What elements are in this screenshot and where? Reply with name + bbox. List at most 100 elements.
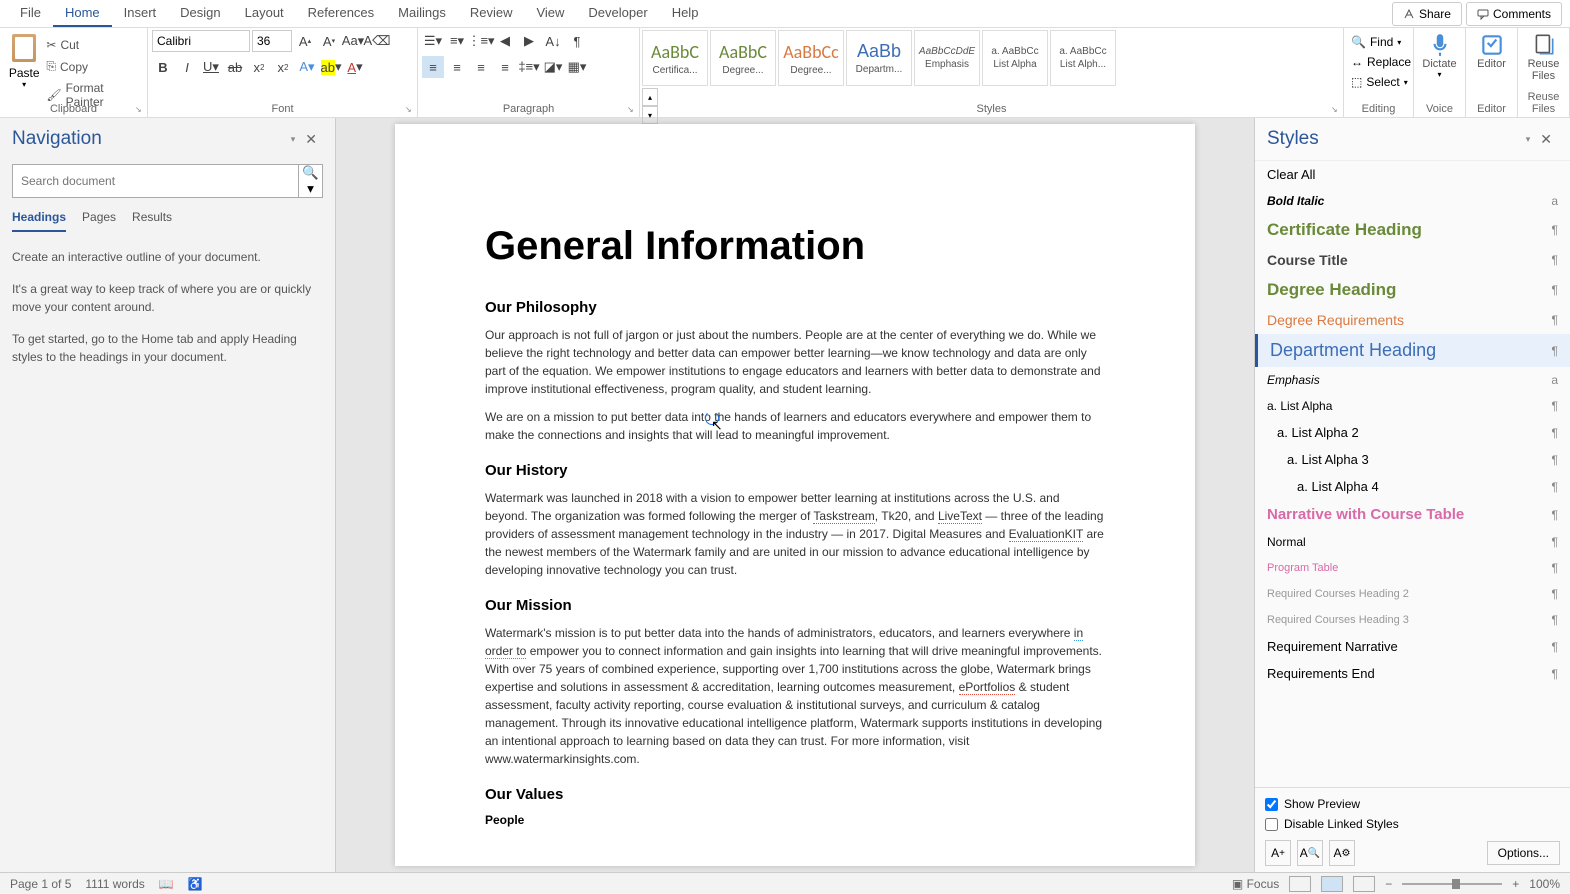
styles-pane-dropdown[interactable]: ▾ (1522, 130, 1535, 149)
text-effects-button[interactable]: A▾ (296, 56, 318, 78)
heading-history[interactable]: Our History (485, 462, 1105, 479)
style-swatch[interactable]: AaBbCDegree... (710, 30, 776, 86)
nav-tab-headings[interactable]: Headings (12, 210, 66, 232)
font-launcher[interactable]: ↘ (405, 105, 415, 115)
style-swatch[interactable]: AaBbCcDegree... (778, 30, 844, 86)
paragraph[interactable]: People (485, 813, 1105, 827)
menu-file[interactable]: File (8, 0, 53, 27)
clipboard-launcher[interactable]: ↘ (135, 105, 145, 115)
style-item[interactable]: Required Courses Heading 3¶ (1255, 607, 1570, 633)
nav-tab-results[interactable]: Results (132, 210, 172, 232)
replace-button[interactable]: ↔Replace (1348, 52, 1409, 72)
superscript-button[interactable]: x2 (272, 56, 294, 78)
style-swatch[interactable]: a. AaBbCcList Alpha (982, 30, 1048, 86)
style-item[interactable]: Bold Italica (1255, 188, 1570, 214)
increase-indent-button[interactable]: ▶ (518, 30, 540, 52)
change-case-button[interactable]: Aa▾ (342, 30, 364, 52)
zoom-out-button[interactable]: − (1385, 877, 1392, 891)
reuse-files-button[interactable]: Reuse Files (1522, 32, 1565, 82)
page[interactable]: General Information Our Philosophy Our a… (395, 124, 1195, 866)
decrease-indent-button[interactable]: ◀ (494, 30, 516, 52)
style-item[interactable]: a. List Alpha 4¶ (1255, 473, 1570, 500)
style-item[interactable]: Program Table¶ (1255, 555, 1570, 581)
show-preview-checkbox[interactable] (1265, 798, 1278, 811)
style-item[interactable]: a. List Alpha 2¶ (1255, 419, 1570, 446)
word-count[interactable]: 1111 words (85, 877, 144, 891)
style-item[interactable]: Normal¶ (1255, 529, 1570, 555)
style-item[interactable]: a. List Alpha 3¶ (1255, 446, 1570, 473)
search-document-input[interactable] (12, 164, 299, 198)
highlight-button[interactable]: ab▾ (320, 56, 342, 78)
comments-button[interactable]: Comments (1466, 2, 1562, 26)
justify-button[interactable]: ≡ (494, 56, 516, 78)
menu-help[interactable]: Help (660, 0, 711, 27)
shading-button[interactable]: ◪▾ (542, 56, 564, 78)
show-marks-button[interactable]: ¶ (566, 30, 588, 52)
align-center-button[interactable]: ≡ (446, 56, 468, 78)
style-swatch[interactable]: AaBbDepartm... (846, 30, 912, 86)
font-color-button[interactable]: A▾ (344, 56, 366, 78)
heading-philosophy[interactable]: Our Philosophy (485, 299, 1105, 316)
font-name-input[interactable] (152, 30, 250, 52)
style-swatch[interactable]: AaBbCCertifica... (642, 30, 708, 86)
paragraph[interactable]: Watermark was launched in 2018 with a vi… (485, 489, 1105, 579)
underline-button[interactable]: U▾ (200, 56, 222, 78)
style-item[interactable]: Degree Requirements¶ (1255, 306, 1570, 334)
style-item[interactable]: Degree Heading¶ (1255, 274, 1570, 306)
strikethrough-button[interactable]: ab (224, 56, 246, 78)
style-inspector-button[interactable]: A🔍 (1297, 840, 1323, 866)
menu-review[interactable]: Review (458, 0, 525, 27)
align-left-button[interactable]: ≡ (422, 56, 444, 78)
paragraph[interactable]: We are on a mission to put better data i… (485, 408, 1105, 444)
page-count[interactable]: Page 1 of 5 (10, 877, 71, 891)
cut-button[interactable]: ✂Cut (44, 36, 143, 54)
select-button[interactable]: ⬚Select▾ (1348, 72, 1409, 92)
clear-all-style[interactable]: Clear All (1255, 161, 1570, 188)
font-size-input[interactable] (252, 30, 292, 52)
style-swatch[interactable]: a. AaBbCcList Alph... (1050, 30, 1116, 86)
heading-mission[interactable]: Our Mission (485, 597, 1105, 614)
style-item[interactable]: Requirements End¶ (1255, 660, 1570, 687)
style-item[interactable]: Certificate Heading¶ (1255, 214, 1570, 246)
menu-mailings[interactable]: Mailings (386, 0, 458, 27)
style-item[interactable]: Requirement Narrative¶ (1255, 633, 1570, 660)
style-item[interactable]: a. List Alpha¶ (1255, 393, 1570, 419)
shrink-font-button[interactable]: A▾ (318, 30, 340, 52)
bold-button[interactable]: B (152, 56, 174, 78)
read-mode-button[interactable] (1289, 876, 1311, 892)
print-layout-button[interactable] (1321, 876, 1343, 892)
style-item[interactable]: Department Heading¶ (1255, 334, 1570, 367)
share-button[interactable]: Share (1392, 2, 1462, 26)
web-layout-button[interactable] (1353, 876, 1375, 892)
search-document-button[interactable]: 🔍▾ (299, 164, 323, 198)
focus-mode[interactable]: ▣ Focus (1232, 877, 1279, 891)
bullets-button[interactable]: ☰▾ (422, 30, 444, 52)
document-area[interactable]: General Information Our Philosophy Our a… (336, 118, 1254, 872)
navigation-close-button[interactable]: ✕ (299, 129, 323, 150)
paragraph[interactable]: Our approach is not full of jargon or ju… (485, 326, 1105, 398)
multilevel-button[interactable]: ⋮≡▾ (470, 30, 492, 52)
style-options-button[interactable]: Options... (1487, 841, 1560, 865)
style-item[interactable]: Narrative with Course Table¶ (1255, 500, 1570, 529)
menu-home[interactable]: Home (53, 0, 112, 27)
editor-button[interactable]: Editor (1477, 32, 1506, 70)
manage-styles-button[interactable]: A⚙ (1329, 840, 1355, 866)
zoom-in-button[interactable]: + (1512, 877, 1519, 891)
menu-insert[interactable]: Insert (112, 0, 169, 27)
clear-format-button[interactable]: A⌫ (366, 30, 388, 52)
line-spacing-button[interactable]: ‡≡▾ (518, 56, 540, 78)
accessibility-icon[interactable]: ♿ (188, 877, 203, 891)
dictate-button[interactable]: Dictate ▾ (1422, 32, 1456, 79)
spellcheck-icon[interactable]: 📖 (159, 877, 174, 891)
borders-button[interactable]: ▦▾ (566, 56, 588, 78)
document-title[interactable]: General Information (485, 224, 1105, 269)
subscript-button[interactable]: x2 (248, 56, 270, 78)
menu-layout[interactable]: Layout (233, 0, 296, 27)
italic-button[interactable]: I (176, 56, 198, 78)
style-item[interactable]: Required Courses Heading 2¶ (1255, 581, 1570, 607)
disable-linked-checkbox[interactable] (1265, 818, 1278, 831)
numbering-button[interactable]: ≡▾ (446, 30, 468, 52)
menu-view[interactable]: View (524, 0, 576, 27)
style-item[interactable]: Emphasisa (1255, 367, 1570, 393)
align-right-button[interactable]: ≡ (470, 56, 492, 78)
